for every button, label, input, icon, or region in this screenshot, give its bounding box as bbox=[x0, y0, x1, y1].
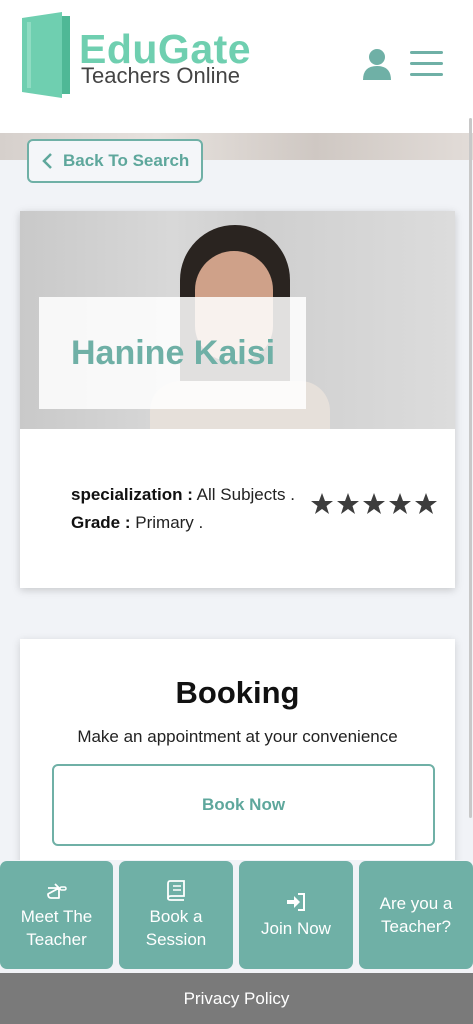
booking-card: Booking Make an appointment at your conv… bbox=[20, 639, 455, 879]
teacher-name: Hanine Kaisi bbox=[71, 333, 276, 372]
teacher-profile-card: Hanine Kaisi specialization : All Subjec… bbox=[20, 211, 455, 588]
grade-label: Grade : bbox=[71, 513, 131, 532]
star-icon bbox=[389, 493, 411, 514]
star-icon bbox=[337, 493, 359, 514]
book-icon bbox=[167, 880, 185, 901]
nav-book-line1: Book a bbox=[149, 907, 203, 926]
nav-book-a-session[interactable]: Book a Session bbox=[119, 861, 233, 969]
header: EduGate Teachers Online bbox=[0, 0, 473, 133]
nav-teacher-line1: Are you a bbox=[379, 894, 453, 913]
specialization-value: All Subjects . bbox=[192, 485, 295, 504]
privacy-policy-link[interactable]: Privacy Policy bbox=[184, 989, 290, 1009]
nav-join-line1: Join Now bbox=[261, 918, 331, 938]
logo-subtitle: Teachers Online bbox=[81, 63, 240, 88]
footer: Privacy Policy bbox=[0, 973, 473, 1024]
chevron-left-icon bbox=[42, 153, 52, 169]
nav-are-you-a-teacher[interactable]: Are you a Teacher? bbox=[359, 861, 473, 969]
nav-book-line2: Session bbox=[145, 930, 207, 949]
book-now-label: Book Now bbox=[201, 795, 286, 814]
star-icon bbox=[363, 493, 385, 514]
specialization-label: specialization : bbox=[71, 485, 193, 504]
back-to-search-button[interactable]: Back To Search bbox=[27, 139, 203, 183]
nav-meet-the-teacher[interactable]: Meet The Teacher bbox=[0, 861, 113, 969]
nav-meet-line1: Meet The bbox=[20, 907, 93, 926]
teacher-info: specialization : All Subjects . Grade : … bbox=[71, 481, 295, 537]
teacher-photo: Hanine Kaisi bbox=[20, 211, 455, 429]
hand-pointing-icon bbox=[46, 883, 67, 899]
teacher-name-box: Hanine Kaisi bbox=[39, 297, 306, 409]
grade-row: Grade : Primary . bbox=[71, 509, 295, 537]
back-to-search-label: Back To Search bbox=[63, 151, 190, 170]
user-icon[interactable] bbox=[362, 48, 392, 80]
booking-title: Booking bbox=[175, 675, 300, 710]
star-icon bbox=[415, 493, 437, 514]
door-logo-icon bbox=[22, 12, 70, 98]
rating-stars bbox=[310, 492, 438, 516]
grade-value: Primary . bbox=[130, 513, 204, 532]
booking-subtitle: Make an appointment at your convenience bbox=[77, 727, 398, 746]
sign-in-icon bbox=[287, 892, 305, 911]
bottom-nav: Meet The Teacher Book a Session Join Now… bbox=[0, 860, 473, 972]
star-icon bbox=[311, 493, 333, 514]
book-now-button[interactable]: Book Now bbox=[52, 764, 435, 846]
nav-teacher-line2: Teacher? bbox=[381, 917, 451, 936]
nav-meet-line2: Teacher bbox=[26, 930, 87, 949]
hamburger-menu-icon[interactable] bbox=[410, 50, 443, 78]
specialization-row: specialization : All Subjects . bbox=[71, 481, 295, 509]
scrollbar[interactable] bbox=[469, 118, 472, 818]
nav-join-now[interactable]: Join Now bbox=[239, 861, 353, 969]
